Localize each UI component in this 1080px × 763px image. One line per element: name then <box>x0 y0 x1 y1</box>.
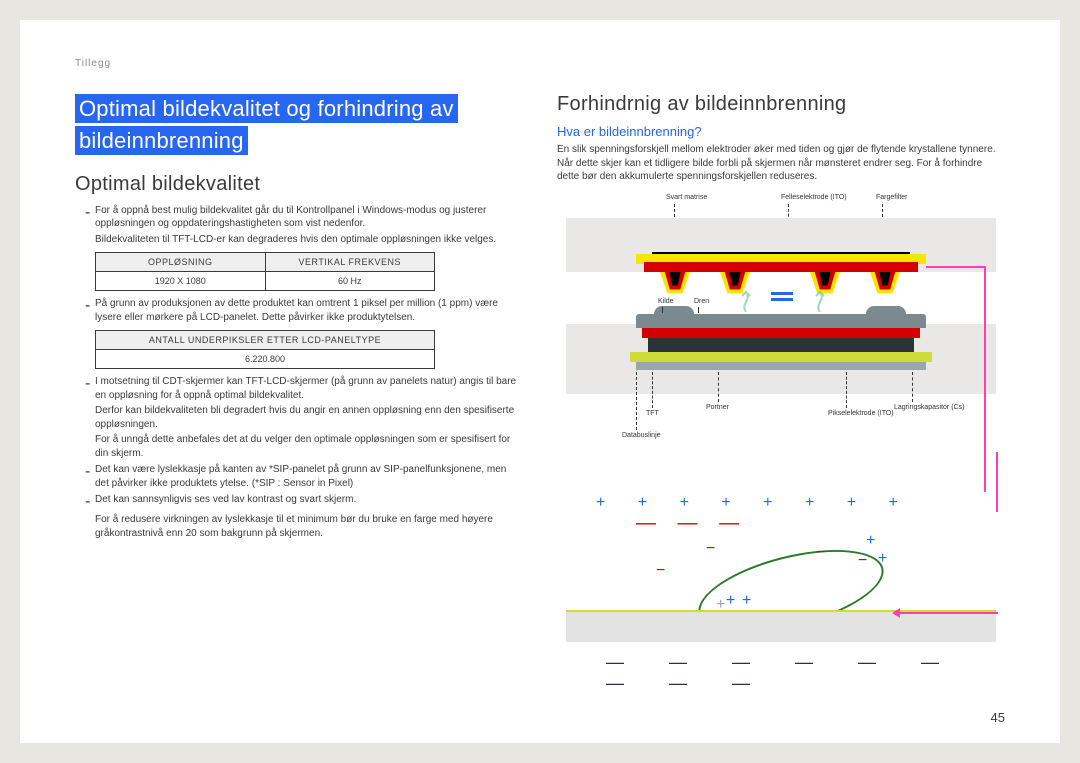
label-fargefilter: Fargefilter <box>876 194 908 201</box>
bullet-4: - Det kan være lyslekkasje på kanten av … <box>85 463 523 490</box>
page-number: 45 <box>991 710 1005 725</box>
bullet-3: - I motsetning til CDT-skjermer kan TFT-… <box>85 375 523 402</box>
bullet-1: - For å oppnå best mulig bildekvalitet g… <box>85 204 523 231</box>
right-section-heading: Forhindrnig av bildeinnbrenning <box>557 93 1005 116</box>
td-resolution: 1920 X 1080 <box>96 272 266 291</box>
minus-row-icon: — — — <box>636 512 747 535</box>
left-section-heading: Optimal bildekvalitet <box>75 173 523 196</box>
manual-page: Tillegg Optimal bildekvalitet og forhind… <box>20 20 1060 743</box>
bullet-5: - Det kan sannsynligvis ses ved lav kont… <box>85 493 523 511</box>
label-felleselektrode: Felleselektrode (ITO) <box>781 194 847 201</box>
label-databuslinje: Databuslinje <box>622 432 661 439</box>
lcd-cross-section-diagram: Svart matrise Felleselektrode (ITO) Farg… <box>566 194 996 484</box>
right-paragraph: En slik spenningsforskjell mellom elektr… <box>557 143 1005 184</box>
bullet-5-sub: For å redusere virkningen av lyslekkasje… <box>95 513 523 540</box>
vapor-arrow-icon <box>810 290 830 312</box>
columns: Optimal bildekvalitet og forhindring av … <box>75 93 1005 692</box>
th-vfreq: VERTIKAL FREKVENS <box>265 253 435 272</box>
diagram-wrap: Svart matrise Felleselektrode (ITO) Farg… <box>557 194 1005 692</box>
label-pikselelektrode: Pikselelektrode (ITO) <box>828 410 894 417</box>
label-lagringskapasitor: Lagringskapasitor (Cs) <box>894 404 964 411</box>
bullet-2: - På grunn av produksjonen av dette prod… <box>85 297 523 324</box>
resolution-table: OPPLØSNING VERTIKAL FREKVENS 1920 X 1080… <box>95 252 435 291</box>
label-svart-matrise: Svart matrise <box>666 194 707 201</box>
charge-schematic-diagram: + + + + + + + + — — — − − + + + − + − + … <box>566 492 996 692</box>
right-column: Forhindrnig av bildeinnbrenning Hva er b… <box>557 93 1005 692</box>
bullet-1-sub: Bildekvaliteten til TFT-LCD-er kan degra… <box>95 233 523 247</box>
bullet-3-sub2: For å unngå dette anbefales det at du ve… <box>95 433 523 460</box>
right-subheading: Hva er bildeinnbrenning? <box>557 124 1005 139</box>
bullet-3-sub1: Derfor kan bildekvaliteten bli degradert… <box>95 404 523 431</box>
bottom-minus-row-icon: — — — — — — — — — <box>606 652 996 694</box>
header-label: Tillegg <box>75 58 1005 69</box>
vapor-arrow-icon <box>736 290 756 312</box>
td-vfreq: 60 Hz <box>265 272 435 291</box>
th-subpixel: ANTALL UNDERPIKSLER ETTER LCD-PANELTYPE <box>96 331 435 350</box>
blue-bars-icon <box>771 292 793 304</box>
page-title: Optimal bildekvalitet og forhindring av … <box>75 94 458 155</box>
label-dren: Dren <box>694 298 709 305</box>
label-portner: Portner <box>706 404 729 411</box>
td-subpixel: 6.220.800 <box>96 350 435 369</box>
th-resolution: OPPLØSNING <box>96 253 266 272</box>
left-column: Optimal bildekvalitet og forhindring av … <box>75 93 523 692</box>
plus-row-icon: + + + + + + + + <box>596 494 912 512</box>
subpixel-table: ANTALL UNDERPIKSLER ETTER LCD-PANELTYPE … <box>95 330 435 369</box>
label-kilde: Kilde <box>658 298 674 305</box>
label-tft: TFT <box>646 410 659 417</box>
